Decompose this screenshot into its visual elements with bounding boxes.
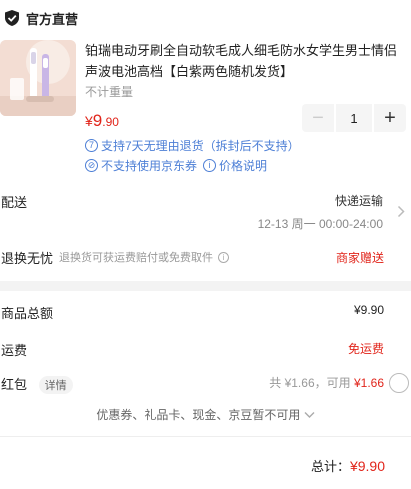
service-return-policy[interactable]: 7 支持7天无理由退货（拆封后不支持）: [85, 137, 300, 154]
quantity-stepper: − 1 +: [302, 104, 406, 132]
return-days-icon: 7: [85, 139, 98, 152]
service-extra: ⊘ 不支持使用京东券 i 价格说明: [85, 157, 267, 174]
shipping-method: 快递运输: [334, 194, 383, 208]
info-icon[interactable]: i: [218, 251, 230, 263]
decrease-button[interactable]: −: [302, 104, 334, 132]
total-value: ¥9.90: [349, 458, 385, 474]
freight-row: 运费 免运费: [1, 340, 411, 360]
chevron-right-icon: [397, 205, 405, 223]
price-explanation-link[interactable]: 价格说明: [219, 157, 267, 174]
store-header: 官方直营: [0, 0, 411, 36]
hongbao-radio[interactable]: [389, 373, 409, 393]
product-weight: 不计重量: [85, 85, 134, 99]
price-integer: 9: [92, 111, 103, 130]
return-label: 退换无忧: [1, 250, 54, 266]
service-return-text: 支持7天无理由退货（拆封后不支持）: [101, 139, 300, 153]
service-coupon-text: 不支持使用京东券: [101, 159, 198, 173]
freight-label: 运费: [1, 343, 28, 358]
return-service-row[interactable]: 退换无忧 退换货可获运费赔付或免费取件 i 商家赠送: [0, 246, 411, 268]
divider: [0, 436, 411, 437]
product-item: 铂瑞电动牙刷全自动软毛成人细毛防水女学生男士情侣声波电池高档【白紫两色随机发货】…: [0, 40, 411, 180]
hongbao-summary: 共 ¥1.66，可用 ¥1.66: [269, 374, 384, 391]
goods-total-label: 商品总额: [1, 306, 54, 321]
return-description: 退换货可获运费赔付或免费取件: [59, 252, 214, 264]
chevron-down-icon: [304, 408, 315, 422]
goods-total-row: 商品总额 ¥9.90: [1, 303, 411, 323]
store-name: 官方直营: [26, 11, 79, 27]
hongbao-detail-button[interactable]: 详情: [38, 376, 73, 394]
order-total: 总计：¥9.90: [311, 456, 385, 475]
info-icon: i: [203, 159, 217, 172]
no-coupon-icon: ⊘: [85, 159, 98, 172]
freight-value: 免运费: [347, 342, 384, 356]
product-title[interactable]: 铂瑞电动牙刷全自动软毛成人细毛防水女学生男士情侣声波电池高档【白紫两色随机发货】: [85, 40, 407, 82]
total-label: 总计：: [310, 459, 350, 474]
quantity-input[interactable]: 1: [334, 104, 374, 132]
section-divider: [0, 281, 411, 291]
price-decimal: .90: [102, 115, 119, 129]
product-thumbnail[interactable]: [0, 40, 76, 116]
goods-total-value: ¥9.90: [353, 303, 384, 317]
increase-button[interactable]: +: [374, 104, 406, 132]
shield-check-icon: [4, 9, 20, 27]
return-tag: 商家赠送: [335, 251, 384, 265]
coupon-unavailable-note[interactable]: 优惠券、礼品卡、现金、京豆暂不可用: [0, 406, 411, 423]
coupon-note-text: 优惠券、礼品卡、现金、京豆暂不可用: [96, 408, 301, 422]
hongbao-row: 红包 详情 共 ¥1.66，可用 ¥1.66: [1, 373, 411, 394]
shipping-label: 配送: [1, 195, 28, 210]
hongbao-available: ¥1.66: [353, 376, 384, 390]
product-price: ¥9.90: [85, 111, 119, 131]
hongbao-label: 红包: [1, 377, 28, 392]
shipping-time: 12-13 周一 00:00-24:00: [257, 217, 383, 231]
hongbao-total: 共 ¥1.66，可用: [269, 376, 351, 390]
shipping-row[interactable]: 配送 快递运输 12-13 周一 00:00-24:00: [0, 186, 411, 238]
price-symbol: ¥: [85, 113, 93, 129]
